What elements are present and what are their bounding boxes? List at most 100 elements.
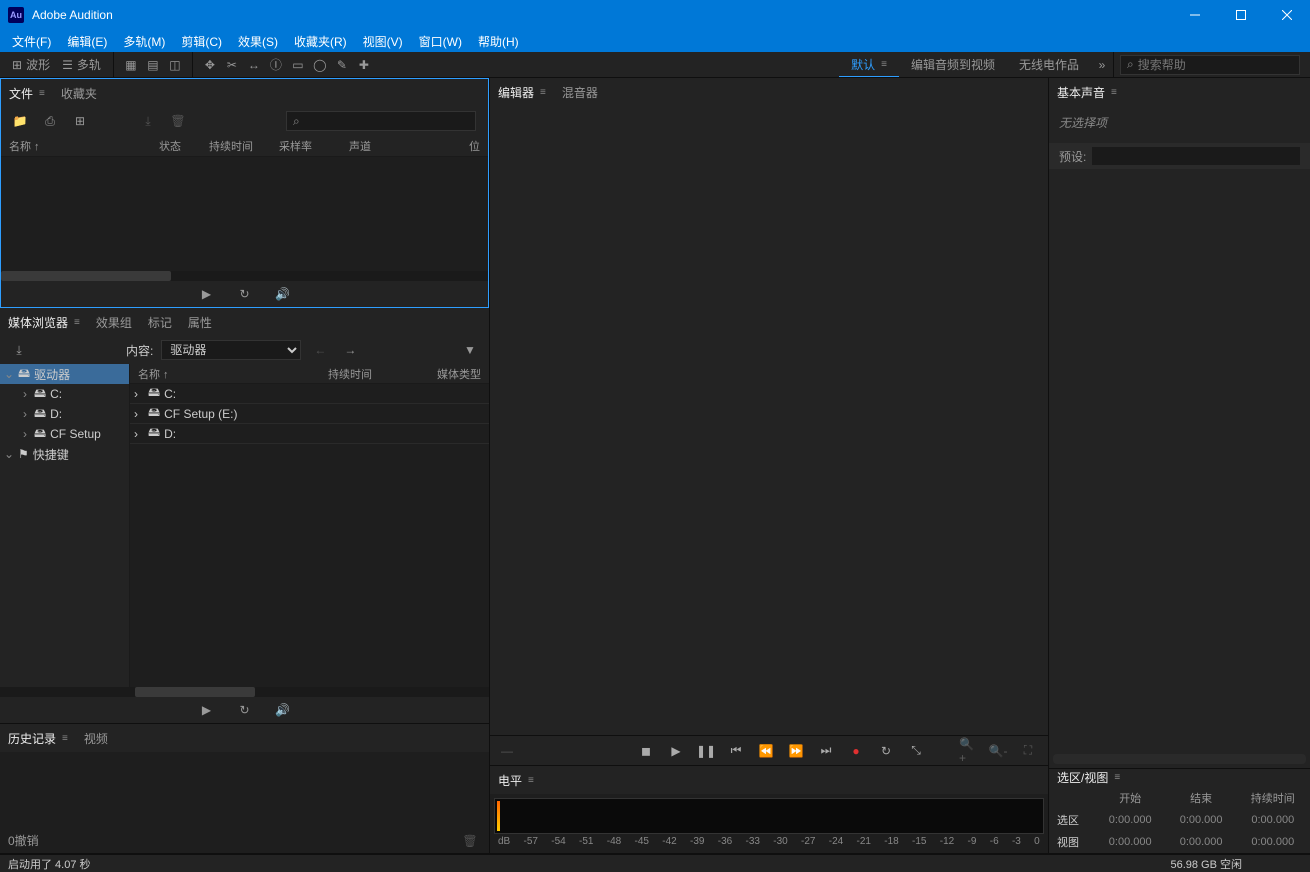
time-select-icon[interactable]: Ⓘ (268, 57, 284, 73)
tab-markers[interactable]: 标记 (148, 314, 172, 331)
tab-history[interactable]: 历史记录≡ (8, 730, 68, 747)
play-button[interactable]: ▶ (667, 742, 685, 760)
view-end[interactable]: 0:00.000 (1167, 832, 1236, 852)
tree-item-d[interactable]: ›🖴D: (0, 404, 129, 424)
menu-view[interactable]: 视图(V) (355, 31, 411, 52)
help-search-input[interactable] (1138, 58, 1293, 72)
tree-item-shortcuts[interactable]: ⌄⚑快捷键 (0, 444, 129, 464)
back-icon[interactable]: ← (312, 342, 328, 358)
delete-icon[interactable]: 🗑 (170, 113, 186, 129)
tab-selection-view[interactable]: 选区/视图≡ (1057, 769, 1120, 786)
zoom-in-icon[interactable]: 🔍+ (959, 742, 977, 760)
autoplay-icon[interactable]: 🔊 (275, 286, 291, 302)
tab-files[interactable]: 文件≡ (9, 85, 45, 102)
tab-media-browser[interactable]: 媒体浏览器≡ (8, 314, 80, 331)
loop-icon[interactable]: ↻ (237, 286, 253, 302)
open-file-icon[interactable]: 📁 (12, 113, 28, 129)
media-header-duration[interactable]: 持续时间 (328, 366, 418, 382)
insert-icon[interactable]: ⤓ (140, 113, 156, 129)
minimize-button[interactable] (1172, 0, 1218, 30)
autoplay-icon[interactable]: 🔊 (275, 702, 291, 718)
workspace-audio-video[interactable]: 编辑音频到视频 (899, 52, 1007, 77)
rewind-button[interactable]: ⏪ (757, 742, 775, 760)
list-item[interactable]: ›🖴D: (130, 424, 489, 444)
files-search[interactable]: ⌕ (286, 111, 476, 131)
marquee-icon[interactable]: ▭ (290, 57, 306, 73)
tab-mixer[interactable]: 混音器 (562, 84, 598, 101)
spectral-freq-icon[interactable]: ▦ (123, 57, 139, 73)
tab-effects-rack[interactable]: 效果组 (96, 314, 132, 331)
new-file-icon[interactable]: ⎙ (42, 113, 58, 129)
heal-icon[interactable]: ✚ (356, 57, 372, 73)
forward-icon[interactable]: → (342, 342, 358, 358)
help-search[interactable]: ⌕ (1120, 55, 1300, 75)
trash-icon[interactable]: 🗑 (462, 833, 478, 849)
sel-start[interactable]: 0:00.000 (1096, 810, 1165, 830)
menu-edit[interactable]: 编辑(E) (59, 31, 115, 52)
loop-button[interactable]: ↻ (877, 742, 895, 760)
lasso-icon[interactable]: ◯ (312, 57, 328, 73)
menu-help[interactable]: 帮助(H) (470, 31, 527, 52)
go-start-button[interactable]: ⏮ (727, 742, 745, 760)
play-preview-icon[interactable]: ▶ (199, 286, 215, 302)
tree-item-drives[interactable]: ⌄🖴驱动器 (0, 364, 129, 384)
view-dur[interactable]: 0:00.000 (1238, 832, 1308, 852)
menu-file[interactable]: 文件(F) (4, 31, 59, 52)
preset-input[interactable] (1092, 147, 1300, 165)
stop-button[interactable]: ◼ (637, 742, 655, 760)
filter-icon[interactable]: ▼ (462, 342, 478, 358)
files-search-input[interactable] (300, 114, 469, 128)
brush-icon[interactable]: ✎ (334, 57, 350, 73)
menu-window[interactable]: 窗口(W) (411, 31, 470, 52)
pause-button[interactable]: ❚❚ (697, 742, 715, 760)
workspace-overflow-icon[interactable]: » (1094, 57, 1110, 73)
content-select[interactable]: 驱动器 (161, 340, 301, 360)
menu-multitrack[interactable]: 多轨(M) (115, 31, 173, 52)
tab-levels[interactable]: 电平≡ (498, 772, 534, 789)
sel-dur[interactable]: 0:00.000 (1238, 810, 1308, 830)
spectral-pitch-icon[interactable]: ▤ (145, 57, 161, 73)
view-start[interactable]: 0:00.000 (1096, 832, 1165, 852)
move-tool-icon[interactable]: ✥ (202, 57, 218, 73)
files-header-channels[interactable]: 声道 (349, 138, 409, 154)
tab-editor[interactable]: 编辑器≡ (498, 84, 546, 101)
zoom-out-icon[interactable]: 🔍- (989, 742, 1007, 760)
tree-item-c[interactable]: ›🖴C: (0, 384, 129, 404)
editor-canvas[interactable] (490, 106, 1048, 735)
ffwd-button[interactable]: ⏩ (787, 742, 805, 760)
play-preview-icon[interactable]: ▶ (199, 702, 215, 718)
record-button[interactable]: ● (847, 742, 865, 760)
list-item[interactable]: ›🖴CF Setup (E:) (130, 404, 489, 424)
tab-favorites[interactable]: 收藏夹 (61, 85, 97, 102)
menu-clip[interactable]: 剪辑(C) (173, 31, 230, 52)
slip-tool-icon[interactable]: ↔ (246, 57, 262, 73)
tab-video[interactable]: 视频 (84, 730, 108, 747)
media-header-type[interactable]: 媒体类型 (418, 366, 481, 382)
new-multitrack-icon[interactable]: ⊞ (72, 113, 88, 129)
menu-favorites[interactable]: 收藏夹(R) (286, 31, 355, 52)
media-header-name[interactable]: 名称 ↑ (138, 366, 328, 382)
close-button[interactable] (1264, 0, 1310, 30)
shortcut-icon[interactable]: ⤓ (11, 342, 27, 358)
preview-editor-icon[interactable]: ◫ (167, 57, 183, 73)
maximize-button[interactable] (1218, 0, 1264, 30)
tab-essential-sound[interactable]: 基本声音≡ (1057, 84, 1117, 101)
tree-item-cf[interactable]: ›🖴CF Setup (0, 424, 129, 444)
multitrack-view-button[interactable]: ☰多轨 (56, 54, 107, 75)
list-item[interactable]: ›🖴C: (130, 384, 489, 404)
workspace-radio[interactable]: 无线电作品 (1007, 52, 1091, 77)
files-header-samplerate[interactable]: 采样率 (279, 138, 349, 154)
tab-properties[interactable]: 属性 (188, 314, 212, 331)
media-scrollbar[interactable] (0, 687, 489, 697)
skip-selection-button[interactable]: ⤡ (907, 742, 925, 760)
zoom-full-icon[interactable]: ⛶ (1019, 742, 1037, 760)
files-header-name[interactable]: 名称 ↑ (9, 138, 159, 154)
waveform-view-button[interactable]: ⊞波形 (6, 54, 56, 75)
workspace-default[interactable]: 默认≡ (839, 52, 899, 77)
razor-tool-icon[interactable]: ✂ (224, 57, 240, 73)
files-header-bit[interactable]: 位 (409, 138, 480, 154)
loop-icon[interactable]: ↻ (237, 702, 253, 718)
sel-end[interactable]: 0:00.000 (1167, 810, 1236, 830)
files-header-status[interactable]: 状态 (159, 138, 209, 154)
right-scrollbar[interactable] (1053, 754, 1306, 764)
